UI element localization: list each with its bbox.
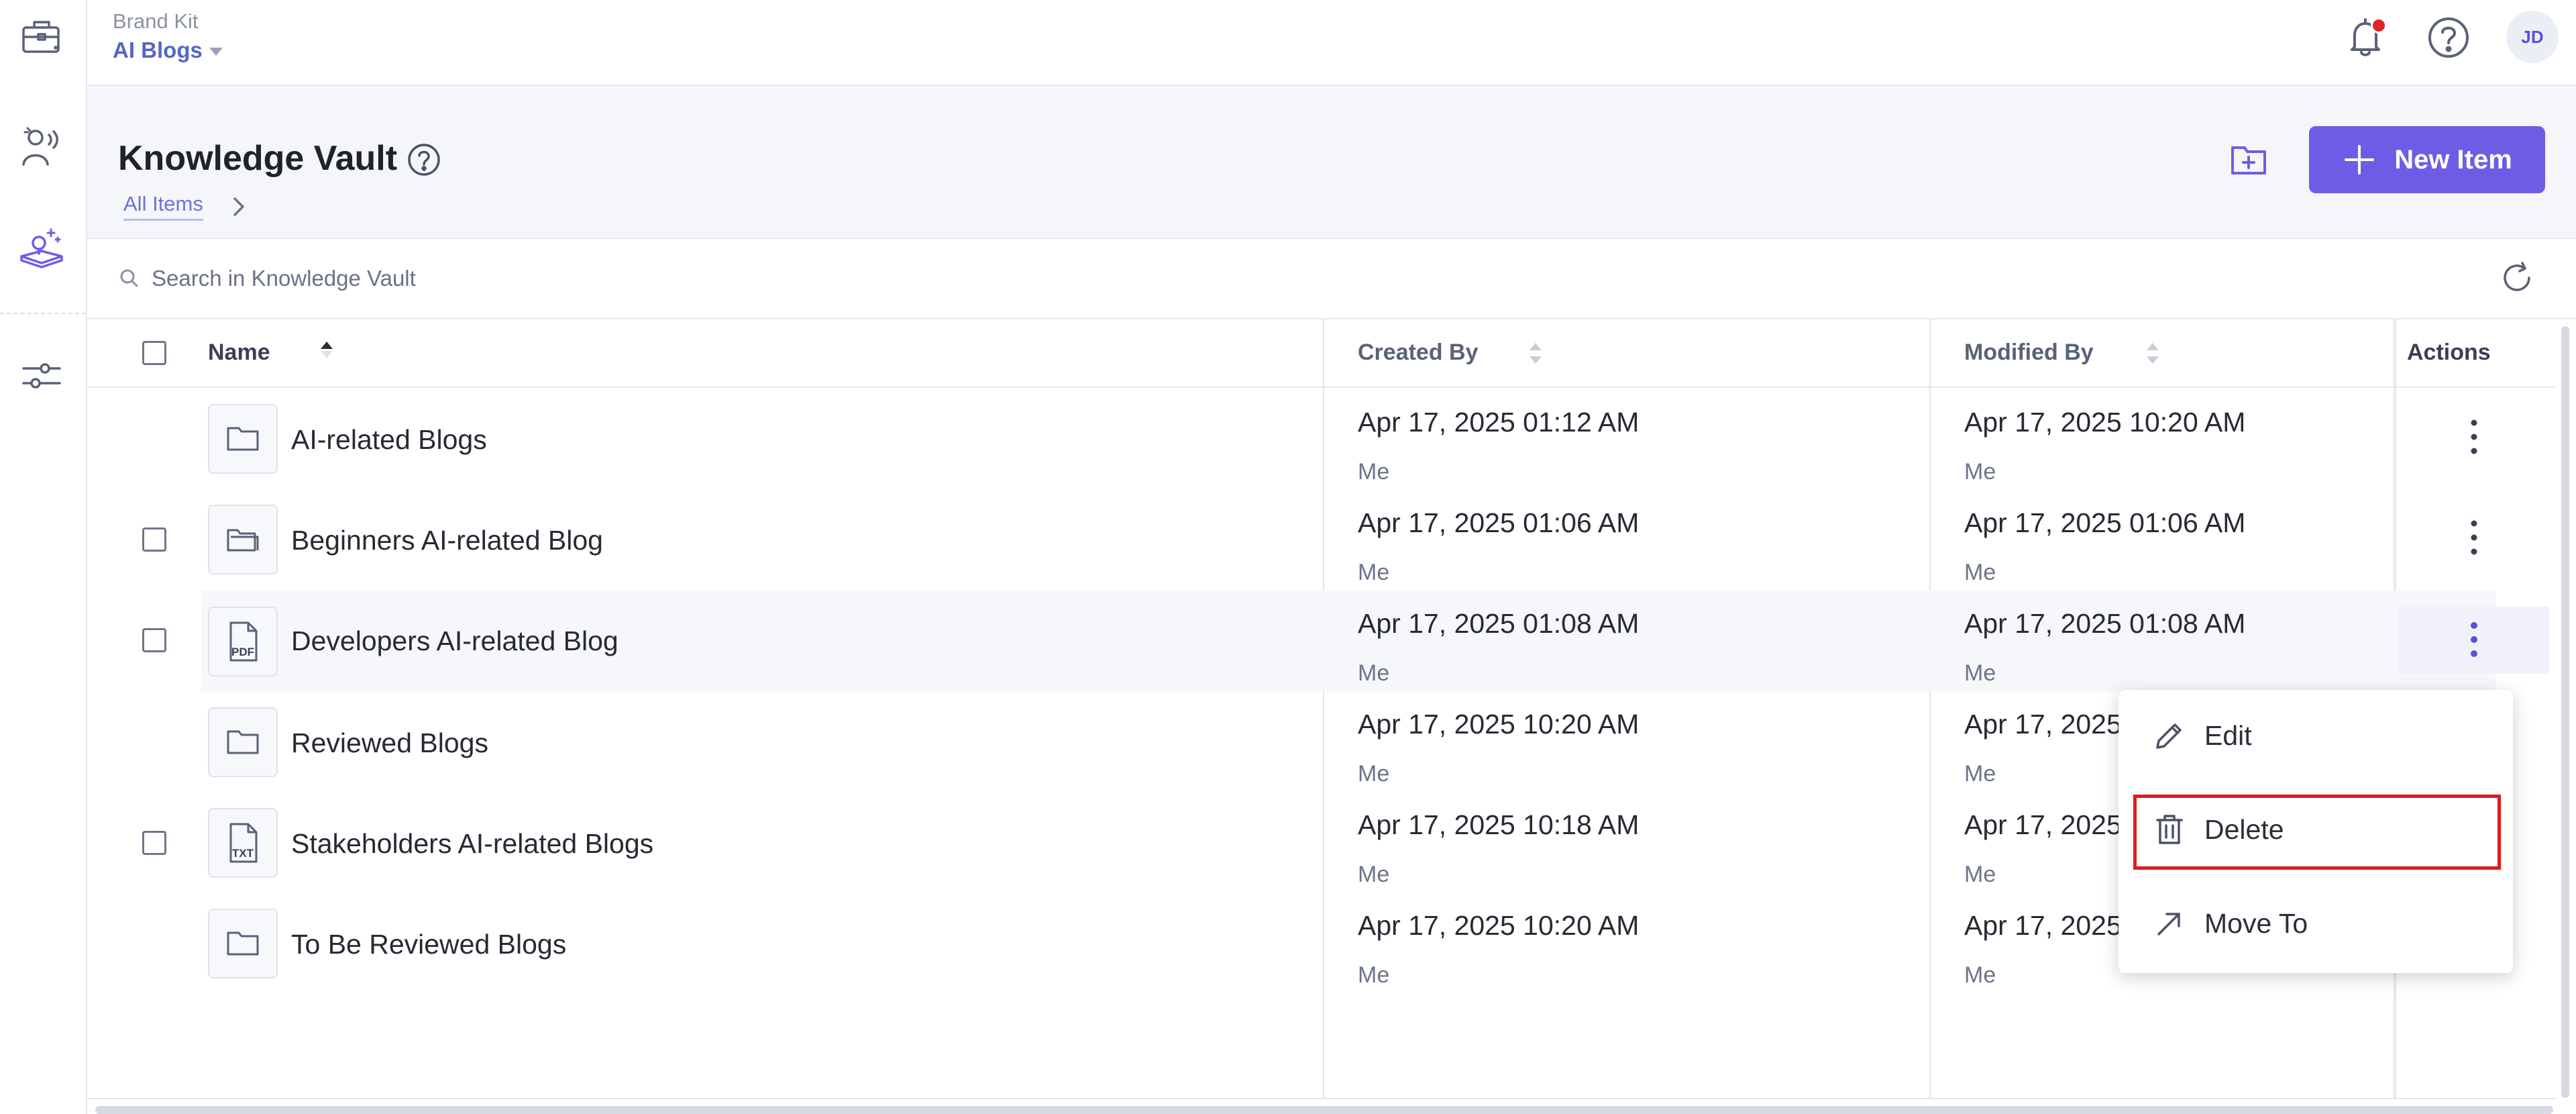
- folder-icon: [208, 909, 278, 978]
- horizontal-scrollbar[interactable]: [95, 1106, 2553, 1114]
- folder-icon: [208, 707, 278, 777]
- refresh-icon[interactable]: [2498, 259, 2536, 297]
- row-name[interactable]: Reviewed Blogs: [291, 727, 488, 759]
- brand-kit-label: Brand Kit: [113, 9, 199, 33]
- row-name[interactable]: Beginners AI-related Blog: [291, 525, 603, 556]
- modified-by: Me: [1964, 660, 1996, 686]
- created-by: Me: [1358, 560, 1390, 585]
- new-item-button[interactable]: New Item: [2309, 126, 2545, 193]
- created-date: Apr 17, 2025 01:06 AM: [1358, 507, 1640, 538]
- help-icon[interactable]: [405, 141, 443, 179]
- created-date: Apr 17, 2025 10:20 AM: [1358, 709, 1640, 740]
- modified-date: Apr 17, 2025 01:08 AM: [1964, 608, 2246, 639]
- table-header: [87, 319, 2556, 388]
- breadcrumb-all-items[interactable]: All Items: [123, 192, 203, 221]
- chevron-right-icon: [228, 195, 248, 219]
- pdf-badge: PDF: [231, 646, 254, 658]
- help-icon[interactable]: [2424, 13, 2473, 62]
- arrow-up-right-icon: [2157, 913, 2180, 935]
- modified-by: Me: [1964, 459, 1996, 485]
- workspace-switcher[interactable]: AI Blogs: [113, 38, 223, 63]
- vertical-scrollbar[interactable]: [2561, 326, 2569, 1098]
- top-bar: [87, 0, 2576, 86]
- created-by: Me: [1358, 459, 1390, 485]
- column-header-name[interactable]: Name: [208, 340, 270, 366]
- sort-ascending-icon[interactable]: [318, 340, 335, 366]
- modified-by: Me: [1964, 862, 1996, 887]
- notification-dot: [2371, 17, 2387, 34]
- pencil-icon: [2156, 723, 2182, 749]
- pdf-file-icon: PDF: [208, 607, 278, 676]
- sort-icon[interactable]: [1527, 341, 1544, 368]
- menu-item-label: Edit: [2204, 719, 2252, 751]
- created-date: Apr 17, 2025 10:20 AM: [1358, 910, 1640, 941]
- created-by: Me: [1358, 761, 1390, 787]
- modified-date: Apr 17, 2025 01:06 AM: [1964, 507, 2246, 538]
- row-checkbox[interactable]: [142, 628, 166, 652]
- plus-icon: [2345, 145, 2375, 174]
- sort-icon[interactable]: [2144, 341, 2161, 368]
- knowledge-vault-icon[interactable]: [13, 219, 70, 275]
- column-header-actions: Actions: [2407, 340, 2491, 365]
- column-header-created[interactable]: Created By: [1358, 340, 1479, 366]
- modified-by: Me: [1964, 560, 1996, 585]
- folder-open-icon: [208, 505, 278, 574]
- created-date: Apr 17, 2025 01:08 AM: [1358, 608, 1640, 639]
- left-rail: [0, 0, 87, 1114]
- column-divider: [1929, 319, 1931, 1098]
- more-options-icon[interactable]: [2461, 413, 2487, 460]
- select-all-checkbox[interactable]: [142, 341, 166, 365]
- folder-icon: [208, 404, 278, 474]
- avatar[interactable]: JD: [2506, 11, 2559, 63]
- created-date: Apr 17, 2025 10:18 AM: [1358, 809, 1640, 840]
- new-folder-button[interactable]: [2224, 138, 2273, 181]
- created-by: Me: [1358, 962, 1390, 988]
- menu-item-move-to[interactable]: Move To: [2152, 906, 2308, 941]
- delete-highlight-box: [2133, 795, 2501, 870]
- created-by: Me: [1358, 660, 1390, 686]
- modified-date: Apr 17, 2025 10:20 AM: [1964, 407, 2246, 438]
- row-name[interactable]: Developers AI-related Blog: [291, 625, 619, 657]
- row-checkbox[interactable]: [142, 831, 166, 855]
- more-options-icon[interactable]: [2461, 514, 2487, 561]
- modified-by: Me: [1964, 761, 1996, 787]
- search-input[interactable]: [150, 258, 1092, 299]
- created-by: Me: [1358, 862, 1390, 887]
- new-item-label: New Item: [2394, 144, 2512, 174]
- table-bottom-border: [87, 1098, 2556, 1099]
- txt-badge: TXT: [231, 847, 254, 860]
- briefcase-icon[interactable]: [13, 9, 70, 66]
- page-title: Knowledge Vault: [118, 139, 398, 178]
- caret-down-icon: [209, 48, 223, 56]
- menu-item-edit[interactable]: Edit: [2152, 718, 2252, 753]
- sliders-icon[interactable]: [13, 348, 70, 404]
- txt-file-icon: TXT: [208, 808, 278, 878]
- row-name[interactable]: Stakeholders AI-related Blogs: [291, 828, 653, 860]
- modified-date: Apr 17, 2025: [1964, 910, 2122, 941]
- workspace-name: AI Blogs: [113, 38, 203, 62]
- modified-date: Apr 17, 2025: [1964, 809, 2122, 840]
- row-checkbox[interactable]: [142, 527, 166, 552]
- rail-divider: [0, 313, 86, 314]
- row-name[interactable]: AI-related Blogs: [291, 424, 487, 456]
- column-divider: [1323, 319, 1324, 1098]
- page-header: [87, 86, 2576, 239]
- column-header-modified[interactable]: Modified By: [1964, 340, 2094, 366]
- created-date: Apr 17, 2025 01:12 AM: [1358, 407, 1640, 438]
- more-options-icon[interactable]: [2461, 616, 2487, 663]
- modified-by: Me: [1964, 962, 1996, 988]
- modified-date: Apr 17, 2025: [1964, 709, 2122, 740]
- menu-item-label: Move To: [2204, 907, 2308, 939]
- row-name[interactable]: To Be Reviewed Blogs: [291, 929, 566, 960]
- voice-persona-icon[interactable]: [13, 118, 70, 174]
- search-icon: [118, 267, 141, 290]
